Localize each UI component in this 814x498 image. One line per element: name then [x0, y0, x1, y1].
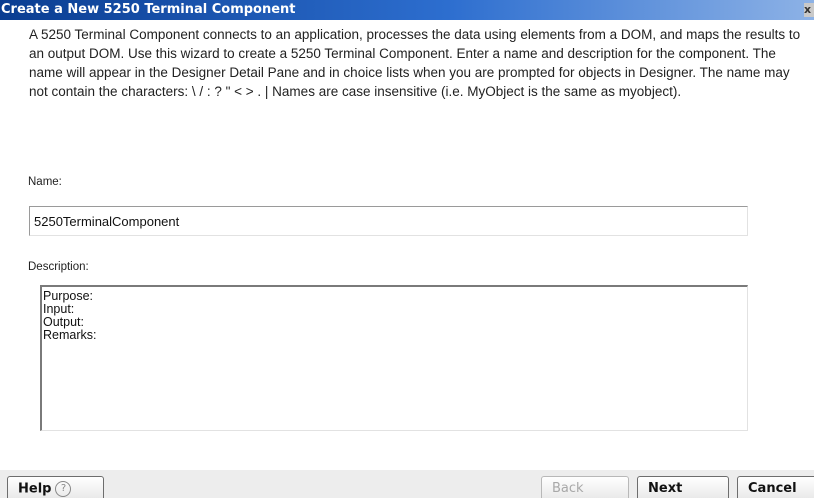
- description-label: Description:: [28, 261, 89, 273]
- name-field[interactable]: [29, 206, 748, 236]
- wizard-dialog: Create a New 5250 Terminal Component x A…: [0, 0, 814, 498]
- cancel-button[interactable]: Cancel: [737, 476, 814, 498]
- intro-text-block: A 5250 Terminal Component connects to an…: [29, 25, 811, 101]
- help-icon: ?: [55, 480, 72, 497]
- next-button[interactable]: Next: [637, 476, 729, 498]
- close-icon[interactable]: x: [804, 3, 814, 17]
- help-button-label: Help: [18, 481, 52, 497]
- wizard-content: A 5250 Terminal Component connects to an…: [0, 20, 814, 470]
- help-button[interactable]: Help?: [7, 476, 104, 498]
- intro-paragraph: A 5250 Terminal Component connects to an…: [29, 27, 801, 99]
- description-field[interactable]: Purpose: Input: Output: Remarks:: [40, 285, 748, 431]
- window-title: Create a New 5250 Terminal Component: [1, 2, 296, 17]
- name-label: Name:: [28, 176, 62, 188]
- back-button[interactable]: Back: [541, 476, 629, 498]
- title-bar: Create a New 5250 Terminal Component x: [0, 0, 814, 20]
